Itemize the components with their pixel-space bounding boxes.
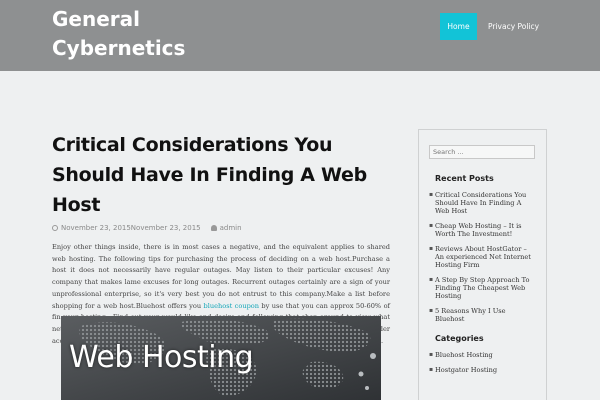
recent-post-link[interactable]: A Step By Step Approach To Finding The C…	[435, 276, 536, 300]
nav-item-privacy-policy[interactable]: Privacy Policy	[488, 13, 539, 40]
categories-title: Categories	[435, 334, 484, 343]
list-item[interactable]: ▪ Critical Considerations You Should Have…	[429, 191, 536, 215]
main-nav: Home Privacy Policy	[440, 13, 539, 40]
list-item[interactable]: ▪ A Step By Step Approach To Finding The …	[429, 276, 536, 300]
list-item[interactable]: ▪ 5 Reasons Why I Use Bluehost	[429, 307, 536, 323]
image-caption: Web Hosting	[69, 340, 254, 375]
bluehost-coupon-link[interactable]: bluehost coupon	[204, 302, 260, 310]
recent-post-link[interactable]: 5 Reasons Why I Use Bluehost	[435, 307, 536, 323]
site-header: General Cybernetics Home Privacy Policy	[0, 0, 600, 71]
recent-posts-list: ▪ Critical Considerations You Should Have…	[429, 191, 536, 323]
clock-icon	[52, 225, 58, 231]
site-title[interactable]: General Cybernetics	[52, 5, 202, 63]
recent-posts-title: Recent Posts	[435, 174, 494, 183]
post-body-text-1: Enjoy other things inside, there is in m…	[52, 243, 390, 310]
post-date[interactable]: November 23, 2015November 23, 2015	[61, 224, 201, 232]
recent-post-link[interactable]: Cheap Web Hosting – It is Worth The Inve…	[435, 222, 536, 238]
web-hosting-image: Web Hosting	[61, 316, 381, 400]
list-item[interactable]: ▪ Cheap Web Hosting – It is Worth The Inv…	[429, 222, 536, 238]
sidebar: Recent Posts ▪Critical Considerations Yo…	[418, 129, 547, 400]
list-item[interactable]: ▪ Reviews About HostGator – An experience…	[429, 245, 536, 269]
list-item[interactable]: ▪ Hostgator Hosting	[429, 366, 536, 374]
user-icon	[210, 225, 217, 231]
category-link[interactable]: Bluehost Hosting	[435, 351, 536, 359]
search-input[interactable]	[429, 145, 535, 159]
post-meta: November 23, 2015November 23, 2015 admin	[52, 224, 390, 232]
category-link[interactable]: Hostgator Hosting	[435, 366, 536, 374]
recent-post-link[interactable]: Critical Considerations You Should Have …	[435, 191, 536, 215]
recent-post-link[interactable]: Reviews About HostGator – An experienced…	[435, 245, 536, 269]
post-content: Critical Considerations You Should Have …	[52, 130, 390, 347]
nav-item-home[interactable]: Home	[440, 13, 477, 40]
categories-list: ▪ Bluehost Hosting ▪ Hostgator Hosting	[429, 351, 536, 374]
post-author[interactable]: admin	[220, 224, 242, 232]
list-item[interactable]: ▪ Bluehost Hosting	[429, 351, 536, 359]
post-title[interactable]: Critical Considerations You Should Have …	[52, 130, 390, 220]
